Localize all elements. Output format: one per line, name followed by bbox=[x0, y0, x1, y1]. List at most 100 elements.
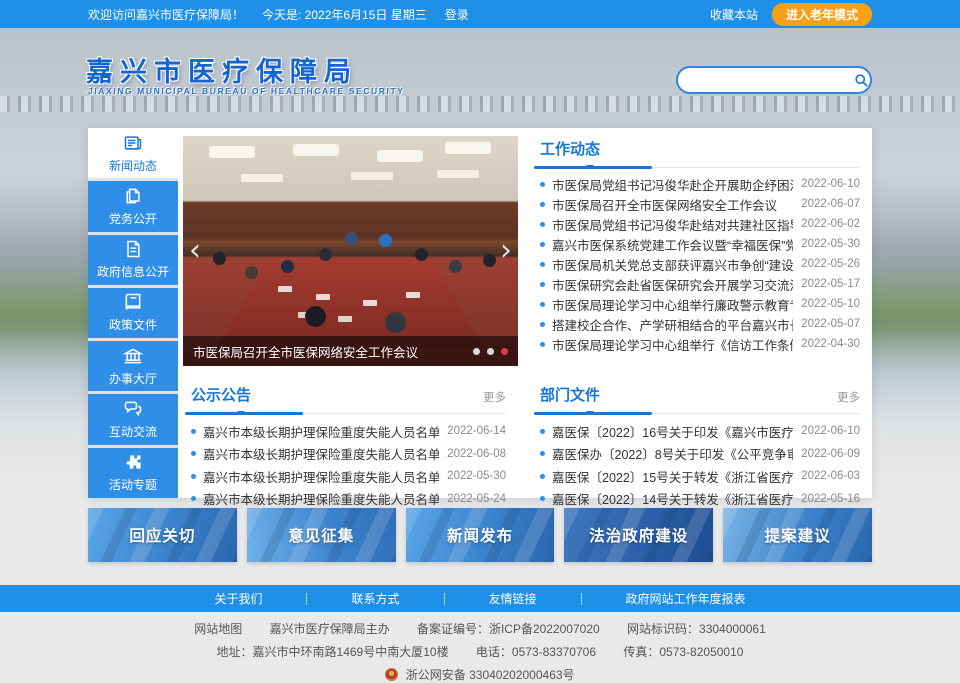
work-news-list: 市医保局党组书记冯俊华赴企开展助企纾困活动 2022-06-10 市医保局召开全市… bbox=[534, 174, 860, 354]
sidebar-item-label: 活动专题 bbox=[109, 476, 157, 493]
carousel-caption-bar: 市医保局召开全市医保网络安全工作会议 bbox=[183, 336, 518, 366]
footer-link-contact[interactable]: 联系方式 bbox=[307, 590, 443, 607]
notice-item-title[interactable]: 嘉兴市本级长期护理保险重度失能人员名单公示（2... bbox=[203, 422, 439, 441]
carousel-dot-3-active[interactable] bbox=[501, 348, 508, 355]
footer-link-annual-report[interactable]: 政府网站工作年度报表 bbox=[582, 590, 790, 607]
sitemap-link[interactable]: 网站地图 bbox=[194, 622, 242, 636]
puzzle-icon bbox=[123, 452, 143, 472]
file-icon bbox=[123, 239, 143, 259]
news-item: 嘉兴市医保系统党建工作会议暨“幸福医保”党建联... 2022-05-30 bbox=[534, 234, 860, 254]
news-item-title[interactable]: 市医保局召开全市医保网络安全工作会议 bbox=[552, 195, 793, 214]
site-subtitle: JIAXING MUNICIPAL BUREAU OF HEALTHCARE S… bbox=[88, 86, 405, 96]
notice-item: 嘉兴市本级长期护理保险重度失能人员名单公示（2... 2022-05-24 bbox=[185, 488, 506, 511]
banner-label: 新闻发布 bbox=[447, 524, 513, 546]
notices-more-link[interactable]: 更多 bbox=[483, 389, 506, 405]
carousel-next-button[interactable]: › bbox=[500, 236, 512, 266]
footer-link-friendly-links[interactable]: 友情链接 bbox=[445, 590, 581, 607]
banner-proposals[interactable]: 提案建议 bbox=[723, 508, 872, 562]
news-item-title[interactable]: 搭建校企合作、产学研相结合的平台嘉兴市长期护理... bbox=[552, 315, 793, 334]
news-item-date: 2022-05-10 bbox=[801, 298, 860, 310]
news-item-title[interactable]: 市医保研究会赴省医保研究会开展学习交流活动 bbox=[552, 275, 793, 294]
footer-nav: 关于我们 联系方式 友情链接 政府网站工作年度报表 bbox=[0, 585, 960, 612]
news-item-date: 2022-05-26 bbox=[801, 258, 860, 270]
file-item-title[interactable]: 嘉医保〔2022〕14号关于转发《浙江省医疗保... bbox=[552, 489, 793, 508]
news-item-title[interactable]: 市医保局理论学习中心组举行廉政警示教育专题学习... bbox=[552, 295, 793, 314]
sidebar-item-service-hall[interactable]: 办事大厅 bbox=[88, 341, 178, 391]
bullet-dot bbox=[191, 474, 196, 479]
file-item: 嘉医保〔2022〕16号关于印发《嘉兴市医疗保...2022-06-10 bbox=[534, 420, 860, 443]
main-columns: ‹ › 市医保局召开全市医保网络安全工作会议 工作动态 市医保局党组 bbox=[183, 128, 872, 498]
news-item-date: 2022-05-17 bbox=[801, 278, 860, 290]
notice-item-title[interactable]: 嘉兴市本级长期护理保险重度失能人员名单公示（2... bbox=[203, 444, 439, 463]
dept-files-more-link[interactable]: 更多 bbox=[837, 389, 860, 405]
news-item-title[interactable]: 市医保局党组书记冯俊华赴结对共建社区指导全国文... bbox=[552, 215, 793, 234]
banner-news-release[interactable]: 新闻发布 bbox=[406, 508, 555, 562]
sidebar-item-label: 政府信息公开 bbox=[97, 263, 169, 280]
login-link[interactable]: 登录 bbox=[445, 6, 469, 23]
bullet-dot bbox=[540, 302, 545, 307]
photo-papers bbox=[278, 286, 292, 292]
chat-bubbles-icon bbox=[123, 399, 143, 419]
file-item-title[interactable]: 嘉医保〔2022〕15号关于转发《浙江省医疗保... bbox=[552, 467, 793, 486]
sidebar-item-interaction[interactable]: 互动交流 bbox=[88, 394, 178, 444]
favorite-site-link[interactable]: 收藏本站 bbox=[710, 6, 758, 23]
sidebar-item-label: 新闻动态 bbox=[109, 157, 157, 174]
news-item: 市医保局党组书记冯俊华赴企开展助企纾困活动 2022-06-10 bbox=[534, 174, 860, 194]
bullet-dot bbox=[540, 474, 545, 479]
news-item-title[interactable]: 市医保局党组书记冯俊华赴企开展助企纾困活动 bbox=[552, 175, 793, 194]
sidebar-item-policy-files[interactable]: 政策文件 bbox=[88, 288, 178, 338]
sidebar-item-special-topics[interactable]: 活动专题 bbox=[88, 448, 178, 498]
banner-label: 提案建议 bbox=[765, 524, 831, 546]
carousel-dots bbox=[473, 348, 508, 355]
footer-link-about[interactable]: 关于我们 bbox=[170, 590, 306, 607]
bullet-dot bbox=[540, 451, 545, 456]
carousel-dot-2[interactable] bbox=[487, 348, 494, 355]
sidebar-item-news[interactable]: 新闻动态 bbox=[88, 128, 178, 178]
bullet-dot bbox=[191, 429, 196, 434]
sidebar-item-gov-info[interactable]: 政府信息公开 bbox=[88, 235, 178, 285]
carousel-dot-1[interactable] bbox=[473, 348, 480, 355]
banner-label: 回应关切 bbox=[129, 524, 195, 546]
dept-files-list: 嘉医保〔2022〕16号关于印发《嘉兴市医疗保...2022-06-10 嘉医保… bbox=[534, 420, 860, 510]
elder-mode-button[interactable]: 进入老年模式 bbox=[772, 3, 872, 26]
news-item-date: 2022-04-30 bbox=[801, 338, 860, 350]
search-input[interactable] bbox=[678, 73, 853, 87]
banner-respond-concerns[interactable]: 回应关切 bbox=[88, 508, 237, 562]
notices-list: 嘉兴市本级长期护理保险重度失能人员名单公示（2...2022-06-14 嘉兴市… bbox=[185, 420, 506, 510]
notice-item: 嘉兴市本级长期护理保险重度失能人员名单公示（2...2022-05-30 bbox=[185, 465, 506, 488]
news-item-date: 2022-05-30 bbox=[801, 238, 860, 250]
bullet-dot bbox=[540, 496, 545, 501]
file-item-date: 2022-05-16 bbox=[801, 493, 860, 505]
search-button[interactable] bbox=[853, 68, 870, 92]
dept-files-title: 部门文件 bbox=[534, 384, 600, 405]
notice-item: 嘉兴市本级长期护理保险重度失能人员名单公示（2...2022-06-08 bbox=[185, 443, 506, 466]
banner-label: 法治政府建设 bbox=[589, 524, 688, 546]
news-item-date: 2022-06-10 bbox=[801, 178, 860, 190]
news-item: 市医保研究会赴省医保研究会开展学习交流活动 2022-05-17 bbox=[534, 274, 860, 294]
sidebar-item-party-affairs[interactable]: 党务公开 bbox=[88, 181, 178, 231]
news-item-title[interactable]: 市医保局理论学习中心组举行《信访工作条例》专题... bbox=[552, 335, 793, 354]
photo-people bbox=[183, 136, 196, 149]
sidebar-item-label: 政策文件 bbox=[109, 316, 157, 333]
file-item-title[interactable]: 嘉医保〔2022〕16号关于印发《嘉兴市医疗保... bbox=[552, 422, 793, 441]
carousel-caption[interactable]: 市医保局召开全市医保网络安全工作会议 bbox=[193, 342, 473, 361]
file-item: 嘉医保〔2022〕15号关于转发《浙江省医疗保...2022-06-03 bbox=[534, 465, 860, 488]
site-header: 嘉兴市医疗保障局 JIAXING MUNICIPAL BUREAU OF HEA… bbox=[0, 28, 960, 128]
notice-item-date: 2022-05-24 bbox=[447, 493, 506, 505]
news-carousel[interactable]: ‹ › 市医保局召开全市医保网络安全工作会议 bbox=[183, 136, 518, 366]
banner-rule-of-law[interactable]: 法治政府建设 bbox=[564, 508, 713, 562]
sidebar-item-label: 党务公开 bbox=[109, 210, 157, 227]
carousel-prev-button[interactable]: ‹ bbox=[189, 236, 201, 266]
carousel-photo-meeting bbox=[183, 136, 518, 366]
photo-ceiling-lights bbox=[209, 146, 255, 158]
banner-opinion-collection[interactable]: 意见征集 bbox=[247, 508, 396, 562]
footer-line-3: 浙公网安备 33040202000463号 bbox=[0, 666, 960, 683]
file-item-title[interactable]: 嘉医保办〔2022〕8号关于印发《公平竞争审查... bbox=[552, 444, 793, 463]
fax-text: 传真：0573-82050010 bbox=[623, 645, 743, 659]
news-item-title[interactable]: 嘉兴市医保系统党建工作会议暨“幸福医保”党建联... bbox=[552, 235, 793, 254]
bullet-dot bbox=[540, 242, 545, 247]
news-item-title[interactable]: 市医保局机关党总支部获评嘉兴市争创“建设清廉机... bbox=[552, 255, 793, 274]
notice-item-title[interactable]: 嘉兴市本级长期护理保险重度失能人员名单公示（2... bbox=[203, 489, 439, 508]
today-date: 今天是: 2022年6月15日 星期三 bbox=[262, 6, 427, 23]
notice-item-title[interactable]: 嘉兴市本级长期护理保险重度失能人员名单公示（2... bbox=[203, 467, 439, 486]
